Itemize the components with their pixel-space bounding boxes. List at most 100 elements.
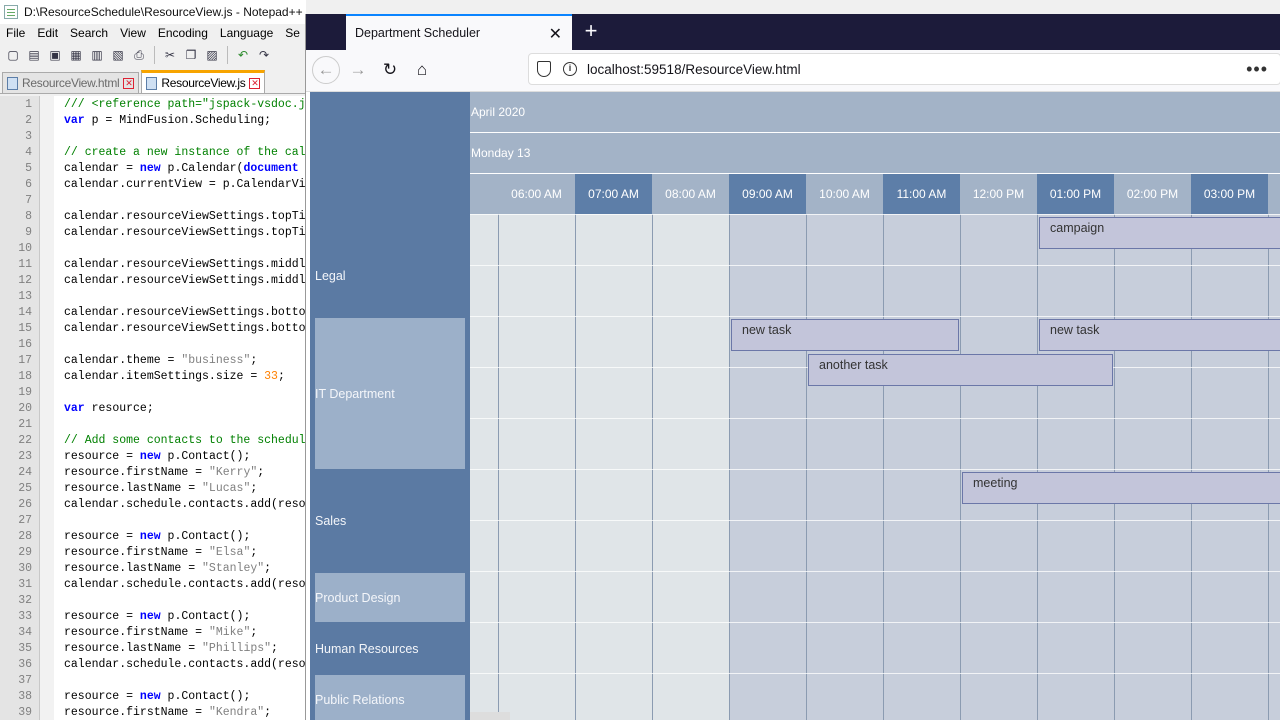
- code-line: 2 var p = MindFusion.Scheduling;: [0, 113, 306, 129]
- time-column[interactable]: [1191, 214, 1268, 720]
- close-tab-icon[interactable]: ✕: [549, 24, 562, 44]
- menu-file[interactable]: File: [0, 24, 31, 42]
- code-token: calendar.resourceViewSettings.topTi: [64, 210, 306, 223]
- line-code: var p = MindFusion.Scheduling;: [64, 113, 271, 129]
- time-column[interactable]: [1037, 214, 1114, 720]
- code-line: 18 calendar.itemSettings.size = 33;: [0, 369, 306, 385]
- tab-resourceview-js[interactable]: ResourceView.js ✕: [141, 70, 266, 93]
- line-code: calendar = new p.Calendar(document: [64, 161, 299, 177]
- line-code: calendar.theme = "business";: [64, 353, 257, 369]
- code-token: ;: [264, 706, 272, 719]
- cut-icon[interactable]: ✂: [161, 46, 179, 64]
- code-editor[interactable]: 1 /// <reference path="jspack-vsdoc.j 2 var…: [0, 96, 306, 720]
- close-file-icon[interactable]: ▥: [88, 46, 106, 64]
- task-item[interactable]: new task: [731, 319, 959, 351]
- copy-icon[interactable]: ❐: [182, 46, 200, 64]
- info-icon[interactable]: i: [563, 62, 577, 76]
- new-file-icon[interactable]: ▢: [4, 46, 22, 64]
- schedule-grid: April 2020 Monday 13 06:00 AM 07:00 AM 08:…: [470, 92, 1280, 720]
- code-line: 10: [0, 241, 306, 257]
- code-line: 24 resource.firstName = "Kerry";: [0, 465, 306, 481]
- code-token: "Lucas": [202, 482, 251, 495]
- line-code: /// <reference path="jspack-vsdoc.j: [64, 97, 306, 113]
- new-tab-icon[interactable]: +: [578, 18, 604, 44]
- task-item[interactable]: another task: [808, 354, 1113, 386]
- task-item[interactable]: campaign: [1039, 217, 1280, 249]
- line-code: calendar.resourceViewSettings.middl: [64, 273, 306, 289]
- line-number: 31: [18, 578, 32, 591]
- code-line: 11 calendar.resourceViewSettings.middl: [0, 257, 306, 273]
- close-icon[interactable]: ✕: [123, 77, 135, 89]
- resource-row-legal[interactable]: Legal: [315, 216, 465, 316]
- time-column[interactable]: [729, 214, 806, 720]
- save-all-icon[interactable]: ▦: [67, 46, 85, 64]
- open-folder-icon[interactable]: ▤: [25, 46, 43, 64]
- tab-resourceview-html[interactable]: ResourceView.html ✕: [2, 72, 140, 93]
- more-menu-icon[interactable]: •••: [1246, 59, 1268, 80]
- time-column[interactable]: [1114, 214, 1191, 720]
- time-column[interactable]: [575, 214, 652, 720]
- line-code: calendar.schedule.contacts.add(reso: [64, 577, 306, 593]
- time-column[interactable]: [960, 214, 1037, 720]
- code-token: resource.lastName =: [64, 642, 203, 655]
- code-token: calendar =: [64, 162, 140, 175]
- code-token: calendar.theme =: [64, 354, 182, 367]
- code-line: 6 calendar.currentView = p.CalendarVi: [0, 177, 306, 193]
- undo-icon[interactable]: ↶: [234, 46, 252, 64]
- reload-icon[interactable]: ↻: [376, 56, 404, 84]
- task-item[interactable]: new task: [1039, 319, 1280, 351]
- menu-view[interactable]: View: [114, 24, 152, 42]
- code-token: calendar.schedule.contacts.add(reso: [64, 578, 306, 591]
- menu-language[interactable]: Language: [214, 24, 279, 42]
- code-line: 28 resource = new p.Contact();: [0, 529, 306, 545]
- resource-row-human-resources[interactable]: Human Resources: [315, 624, 465, 673]
- code-line: 13: [0, 289, 306, 305]
- menu-encoding[interactable]: Encoding: [152, 24, 214, 42]
- redo-icon[interactable]: ↷: [255, 46, 273, 64]
- code-token: resource =: [64, 450, 140, 463]
- code-line: 34 resource.firstName = "Mike";: [0, 625, 306, 641]
- time-column[interactable]: [806, 214, 883, 720]
- shield-icon[interactable]: [537, 61, 551, 77]
- save-icon[interactable]: ▣: [46, 46, 64, 64]
- code-token: new: [139, 450, 161, 463]
- code-token: resource.firstName =: [64, 546, 209, 559]
- url-text[interactable]: localhost:59518/ResourceView.html: [587, 62, 801, 77]
- browser-tab[interactable]: Department Scheduler ✕: [346, 14, 572, 50]
- home-icon[interactable]: ⌂: [408, 56, 436, 84]
- time-column[interactable]: [498, 214, 575, 720]
- time-column[interactable]: [652, 214, 729, 720]
- menu-edit[interactable]: Edit: [31, 24, 64, 42]
- forward-arrow-icon[interactable]: →: [344, 56, 372, 84]
- code-token: p.Contact();: [160, 690, 251, 703]
- close-all-icon[interactable]: ▧: [109, 46, 127, 64]
- line-code: resource.lastName = "Stanley";: [64, 561, 271, 577]
- time-column[interactable]: [883, 214, 960, 720]
- code-line: 5 calendar = new p.Calendar(document: [0, 161, 306, 177]
- line-code: var resource;: [64, 401, 154, 417]
- task-item[interactable]: meeting: [962, 472, 1280, 504]
- line-number: 18: [18, 370, 32, 383]
- resource-row-it-department[interactable]: IT Department: [315, 318, 465, 469]
- paste-icon[interactable]: ▨: [203, 46, 221, 64]
- code-token: "Kerry": [208, 466, 258, 479]
- time-column[interactable]: [1268, 214, 1280, 720]
- resource-row-public-relations[interactable]: Public Relations: [315, 675, 465, 720]
- resource-row-sales[interactable]: Sales: [315, 471, 465, 571]
- close-icon[interactable]: ✕: [249, 77, 261, 89]
- line-number: 6: [25, 178, 32, 191]
- code-line: 16: [0, 337, 306, 353]
- resource-row-product-design[interactable]: Product Design: [315, 573, 465, 622]
- line-code: resource.firstName = "Elsa";: [64, 545, 257, 561]
- line-number: 7: [25, 194, 32, 207]
- code-line: 23 resource = new p.Contact();: [0, 449, 306, 465]
- menu-settings[interactable]: Se: [279, 24, 306, 42]
- month-label: April 2020: [471, 105, 526, 119]
- horizontal-scrollbar[interactable]: [470, 712, 510, 720]
- time-column[interactable]: [470, 214, 498, 720]
- print-icon[interactable]: ⎙: [130, 46, 148, 64]
- menu-search[interactable]: Search: [64, 24, 114, 42]
- back-arrow-icon[interactable]: ←: [312, 56, 340, 84]
- notepad-menu-bar: File Edit Search View Encoding Language …: [0, 24, 306, 42]
- url-bar[interactable]: i localhost:59518/ResourceView.html •••: [528, 53, 1280, 85]
